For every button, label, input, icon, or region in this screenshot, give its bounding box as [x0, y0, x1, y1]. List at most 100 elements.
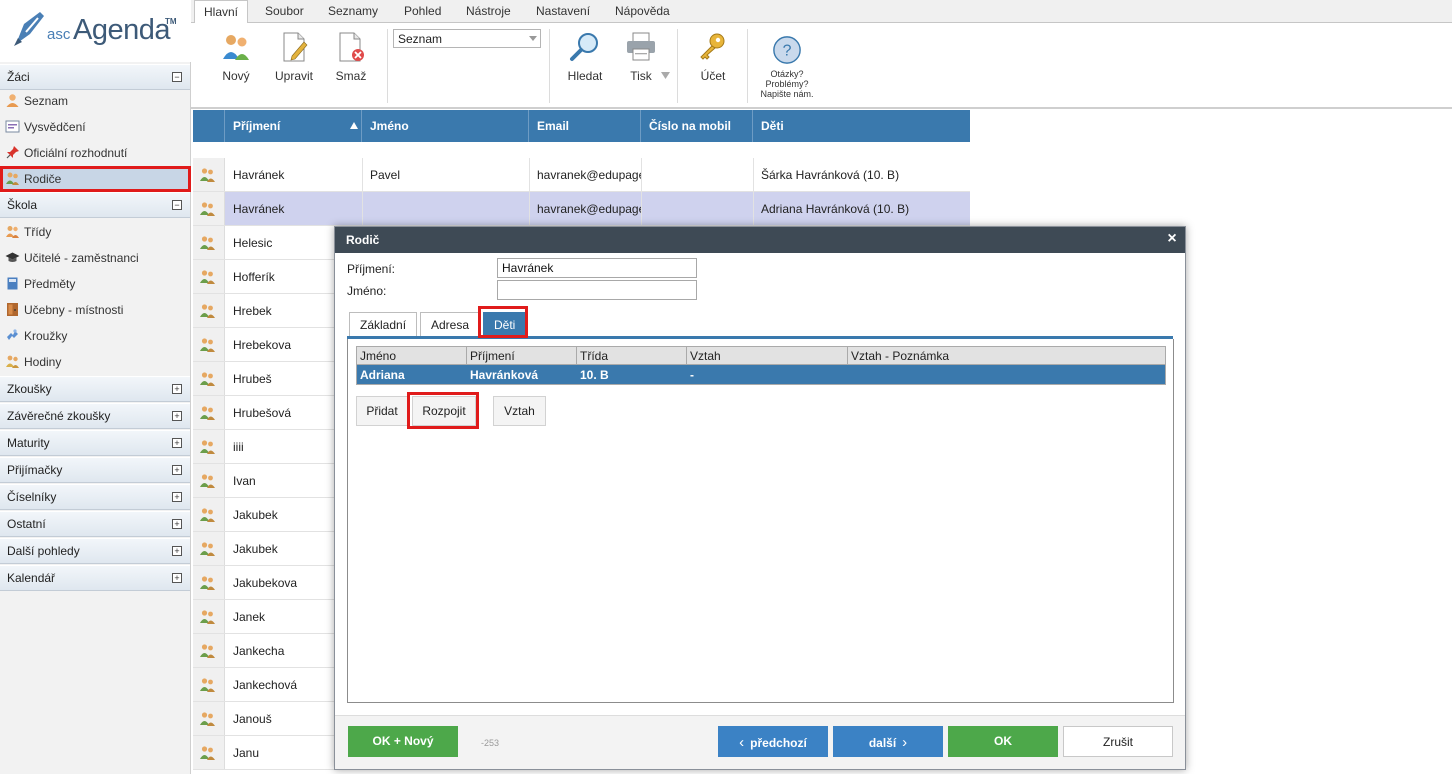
sidebar-item-label: Předměty	[24, 277, 76, 291]
new-label: Nový	[222, 69, 250, 83]
dialog-title: Rodič	[346, 233, 380, 247]
tab-deti[interactable]: Děti	[483, 312, 527, 337]
section-label: Další pohledy	[7, 544, 80, 558]
tab-soubor[interactable]: Soubor	[265, 4, 304, 18]
ok-button[interactable]: OK	[948, 726, 1058, 757]
account-button[interactable]: Účet	[695, 31, 731, 83]
sidebar-item-tridy[interactable]: Třídy	[0, 219, 190, 245]
children-table-row[interactable]: Adriana Havránková 10. B -	[357, 365, 1165, 384]
children-column-header[interactable]: Vztah - Poznámka	[851, 349, 949, 363]
expand-icon[interactable]: +	[172, 384, 182, 394]
chevron-right-icon: ›	[902, 734, 908, 751]
sidebar-section-prijimacky[interactable]: Přijímačky +	[0, 457, 190, 483]
view-select[interactable]: Seznam	[393, 29, 541, 48]
section-label: Žáci	[7, 70, 30, 84]
tab-nastroje[interactable]: Nástroje	[466, 4, 511, 18]
tab-nastaveni[interactable]: Nastavení	[536, 4, 590, 18]
expand-icon[interactable]: +	[172, 438, 182, 448]
print-button[interactable]: Tisk	[623, 31, 659, 83]
delete-document-icon	[339, 32, 364, 62]
sidebar-item-label: Učitelé - zaměstnanci	[24, 251, 139, 265]
grid-header: Příjmení Jméno Email Číslo na mobil Děti	[193, 110, 970, 142]
sidebar-item-ucitele[interactable]: Učitelé - zaměstnanci	[0, 245, 190, 271]
sidebar-item-label: Seznam	[24, 94, 69, 108]
sidebar-section-dalsi-pohledy[interactable]: Další pohledy +	[0, 538, 190, 564]
column-header-surname[interactable]: Příjmení	[225, 110, 362, 142]
tab-seznamy[interactable]: Seznamy	[328, 4, 378, 18]
column-header-name[interactable]: Jméno	[362, 110, 529, 142]
cancel-button[interactable]: Zrušit	[1063, 726, 1173, 757]
sidebar-item-oficialni-rozhodnuti[interactable]: Oficiální rozhodnutí	[0, 140, 190, 166]
tab-adresa[interactable]: Adresa	[420, 312, 481, 337]
sidebar-section-maturity[interactable]: Maturity +	[0, 430, 190, 456]
expand-icon[interactable]: +	[172, 519, 182, 529]
relation-button[interactable]: Vztah	[493, 396, 546, 426]
column-header-mobile[interactable]: Číslo na mobil	[641, 110, 753, 142]
collapse-icon[interactable]: −	[172, 72, 182, 82]
help-button[interactable]: ? Otázky? Problémy? Napište nám.	[757, 35, 817, 99]
children-column-header[interactable]: Jméno	[360, 349, 396, 363]
children-column-header[interactable]: Příjmení	[470, 349, 515, 363]
disconnect-child-button[interactable]: Rozpojit	[412, 396, 476, 426]
sidebar-item-ucebny[interactable]: Učebny - místnosti	[0, 297, 190, 323]
row-icon-cell	[193, 430, 225, 463]
child-surname: Havránková	[470, 368, 539, 382]
surname-input[interactable]	[497, 258, 697, 278]
expand-icon[interactable]: +	[172, 465, 182, 475]
row-icon-cell	[193, 600, 225, 633]
table-row[interactable]: Havránek havranek@edupage Adriana Havránko…	[193, 192, 970, 226]
tab-napoveda[interactable]: Nápověda	[615, 4, 670, 18]
search-button[interactable]: Hledat	[564, 31, 606, 83]
add-child-button[interactable]: Přidat	[356, 396, 408, 426]
parent-dialog: Rodič × Příjmení: Jméno: Základní Adresa…	[334, 226, 1186, 770]
tab-hlavni[interactable]: Hlavní	[194, 0, 249, 24]
children-column-header[interactable]: Třída	[580, 349, 608, 363]
chevron-left-icon: ‹	[739, 734, 745, 751]
sidebar-item-predmety[interactable]: Předměty	[0, 271, 190, 297]
sidebar-section-zaverecne-zkousky[interactable]: Závěrečné zkoušky +	[0, 403, 190, 429]
delete-button[interactable]: Smaž	[333, 31, 369, 83]
row-icon-cell	[193, 226, 225, 259]
sidebar-item-krouzky[interactable]: Kroužky	[0, 323, 190, 349]
edit-button[interactable]: Upravit	[273, 31, 315, 83]
new-button[interactable]: Nový	[217, 31, 255, 83]
table-row[interactable]: Havránek Pavel havranek@edupage Šárka Havrá…	[193, 158, 970, 192]
column-divider	[362, 158, 363, 191]
parents-icon	[200, 440, 215, 454]
row-icon-cell	[193, 668, 225, 701]
ok-new-button[interactable]: OK + Nový	[348, 726, 458, 757]
child-first-name: Adriana	[360, 368, 405, 382]
ribbon-tabs: Hlavní Soubor Seznamy Pohled Nástroje Na…	[191, 0, 1452, 24]
expand-icon[interactable]: +	[172, 573, 182, 583]
name-input[interactable]	[497, 280, 697, 300]
row-icon-cell	[193, 566, 225, 599]
children-column-header[interactable]: Vztah	[690, 349, 721, 363]
column-header-email[interactable]: Email	[529, 110, 641, 142]
column-header-children[interactable]: Děti	[753, 110, 970, 142]
sidebar-item-rodice[interactable]: Rodiče	[0, 166, 190, 192]
expand-icon[interactable]: +	[172, 546, 182, 556]
close-icon[interactable]: ×	[1165, 231, 1179, 247]
sidebar-item-vysvedceni[interactable]: Vysvědčení	[0, 114, 190, 140]
collapse-icon[interactable]: −	[172, 200, 182, 210]
account-label: Účet	[700, 69, 726, 83]
expand-icon[interactable]: +	[172, 411, 182, 421]
cell-children: Adriana Havránková (10. B)	[761, 202, 910, 216]
tab-zakladni[interactable]: Základní	[349, 312, 418, 337]
expand-icon[interactable]: +	[172, 492, 182, 502]
children-table: Jméno Příjmení Třída Vztah Vztah - Pozná…	[356, 346, 1166, 385]
previous-button[interactable]: ‹ předchozí	[718, 726, 828, 757]
sidebar-section-kalendar[interactable]: Kalendář +	[0, 565, 190, 591]
sidebar-section-ostatni[interactable]: Ostatní +	[0, 511, 190, 537]
section-label: Maturity	[7, 436, 50, 450]
tab-pohled[interactable]: Pohled	[404, 4, 441, 18]
sidebar-section-zaci[interactable]: Žáci −	[0, 64, 190, 90]
sidebar-item-seznam[interactable]: Seznam	[0, 88, 190, 114]
sidebar-section-zkousky[interactable]: Zkoušky +	[0, 376, 190, 402]
next-button[interactable]: další ›	[833, 726, 943, 757]
sidebar-section-skola[interactable]: Škola −	[0, 192, 190, 218]
sidebar-section-ciselniky[interactable]: Číselníky +	[0, 484, 190, 510]
row-icon-cell	[193, 328, 225, 361]
sidebar-item-hodiny[interactable]: Hodiny	[0, 349, 190, 375]
print-dropdown-icon[interactable]	[661, 72, 670, 80]
